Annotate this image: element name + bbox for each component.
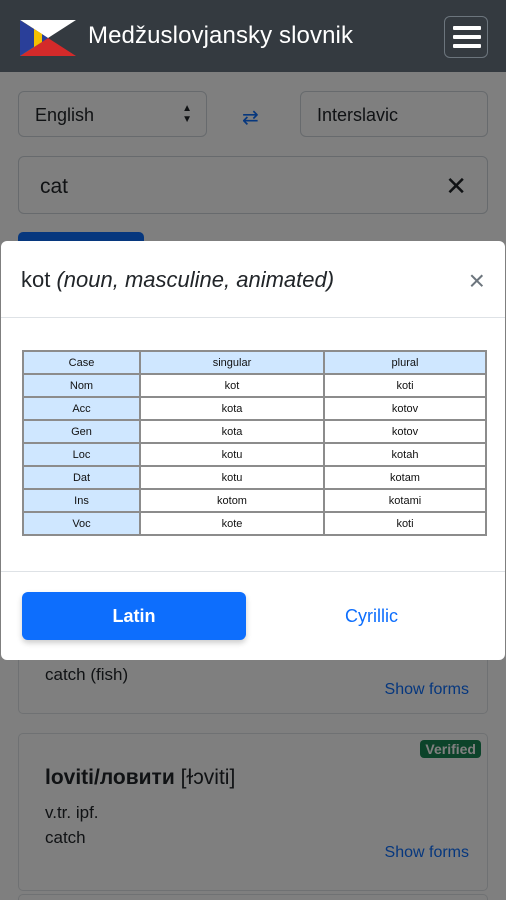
singular-cell: kote: [139, 511, 325, 536]
modal-grammar: (noun, masculine, animated): [56, 267, 335, 292]
table-header-row: Case singular plural: [22, 350, 487, 375]
modal-header: kot (noun, masculine, animated) ×: [1, 241, 505, 318]
header-case: Case: [22, 350, 141, 375]
singular-cell: kotom: [139, 488, 325, 513]
table-row: Loc kotu kotah: [22, 442, 487, 467]
case-cell: Dat: [22, 465, 141, 490]
modal-title: kot (noun, masculine, animated): [21, 267, 334, 293]
header-plural: plural: [323, 350, 487, 375]
plural-cell: kotov: [323, 419, 487, 444]
case-cell: Voc: [22, 511, 141, 536]
cyrillic-button[interactable]: Cyrillic: [259, 592, 484, 640]
case-cell: Acc: [22, 396, 141, 421]
navbar: Medžuslovjansky slovnik: [0, 0, 506, 72]
case-cell: Gen: [22, 419, 141, 444]
case-cell: Loc: [22, 442, 141, 467]
singular-cell: kot: [139, 373, 325, 398]
table-row: Acc kota kotov: [22, 396, 487, 421]
modal-footer: Latin Cyrillic: [1, 571, 505, 660]
plural-cell: kotam: [323, 465, 487, 490]
header-singular: singular: [139, 350, 325, 375]
close-icon[interactable]: ×: [469, 267, 485, 295]
case-cell: Ins: [22, 488, 141, 513]
singular-cell: kota: [139, 396, 325, 421]
table-row: Nom kot koti: [22, 373, 487, 398]
plural-cell: koti: [323, 511, 487, 536]
plural-cell: kotami: [323, 488, 487, 513]
singular-cell: kota: [139, 419, 325, 444]
menu-button[interactable]: [444, 16, 488, 58]
declension-table: Case singular plural Nom kot koti Acc ko…: [22, 350, 487, 536]
table-row: Gen kota kotov: [22, 419, 487, 444]
modal-lemma: kot: [21, 267, 51, 292]
declension-modal: kot (noun, masculine, animated) × Case s…: [1, 241, 505, 660]
table-row: Dat kotu kotam: [22, 465, 487, 490]
plural-cell: koti: [323, 373, 487, 398]
singular-cell: kotu: [139, 442, 325, 467]
latin-button[interactable]: Latin: [22, 592, 246, 640]
flag-icon[interactable]: [20, 20, 76, 56]
singular-cell: kotu: [139, 465, 325, 490]
plural-cell: kotah: [323, 442, 487, 467]
hamburger-menu-icon: [453, 26, 481, 30]
app-title[interactable]: Medžuslovjansky slovnik: [88, 22, 353, 50]
case-cell: Nom: [22, 373, 141, 398]
table-row: Voc kote koti: [22, 511, 487, 536]
plural-cell: kotov: [323, 396, 487, 421]
table-row: Ins kotom kotami: [22, 488, 487, 513]
